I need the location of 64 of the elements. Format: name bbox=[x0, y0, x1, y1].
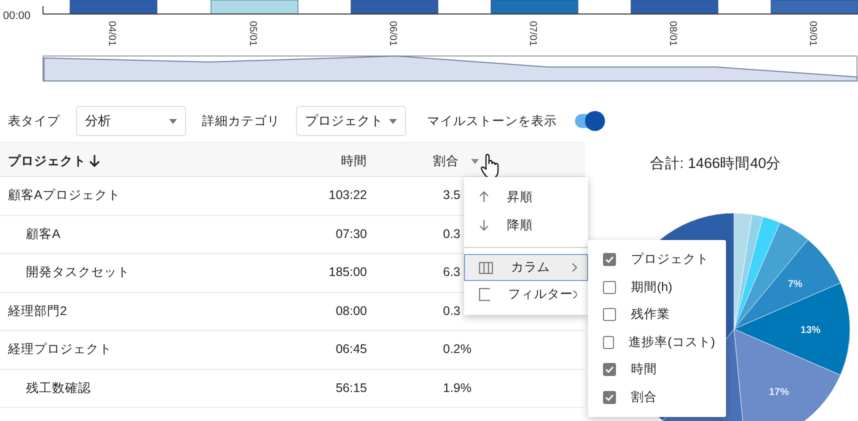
checkbox[interactable] bbox=[603, 308, 616, 322]
caret-icon bbox=[169, 118, 177, 124]
chevron-icon bbox=[572, 263, 577, 272]
table-cell-text: 顧客Aプロジェクト bbox=[7, 187, 120, 204]
table-cell-text: 経理部門2 bbox=[7, 302, 67, 320]
toggle-switch[interactable] bbox=[575, 114, 603, 128]
slice-label: 17% bbox=[769, 386, 789, 398]
checkbox[interactable] bbox=[603, 363, 616, 376]
table-cell-text: 0.3 bbox=[443, 302, 460, 320]
chart-title: 合計: 1466時間40分 bbox=[650, 154, 782, 174]
axis-label: 04/01 bbox=[106, 21, 117, 46]
checkbox[interactable] bbox=[603, 280, 616, 294]
caret-icon[interactable] bbox=[471, 158, 479, 164]
table-cell-text: 3.5 bbox=[443, 187, 460, 204]
navigator-area[interactable] bbox=[42, 56, 858, 82]
table-cell-text: 07:30 bbox=[336, 226, 367, 243]
table-cell-text: 08:00 bbox=[336, 302, 367, 320]
axis-label: 05/01 bbox=[247, 21, 258, 46]
table-cell-text: 0.3 bbox=[443, 226, 460, 243]
axis-label: 07/01 bbox=[527, 21, 538, 46]
menu-item[interactable]: 降順 bbox=[464, 211, 588, 240]
field-label: 詳細カテゴリ bbox=[202, 112, 280, 130]
table-cell-text: 06:45 bbox=[336, 341, 367, 358]
chevron-icon bbox=[572, 290, 577, 300]
table-cell-text: 顧客A bbox=[25, 226, 60, 243]
field-label: 表タイプ bbox=[8, 112, 60, 130]
slice-label: 13% bbox=[800, 324, 821, 336]
axis-label: 08/01 bbox=[667, 21, 678, 46]
sort-arrow-icon bbox=[89, 155, 100, 167]
toggle-label: マイルストーンを表示 bbox=[427, 112, 557, 130]
menu-item[interactable]: プロジェクト bbox=[588, 246, 726, 274]
menu-item[interactable]: 割合 bbox=[588, 384, 726, 411]
column-header[interactable]: 時間 bbox=[341, 154, 367, 168]
menu-item[interactable]: 昇順 bbox=[464, 183, 588, 212]
slice-label: 7% bbox=[788, 278, 802, 290]
table-cell-text: 経理プロジェクト bbox=[7, 341, 112, 358]
checkbox[interactable] bbox=[603, 390, 616, 404]
menu-item[interactable]: カラム bbox=[464, 254, 588, 282]
table-cell-text: 56:15 bbox=[336, 380, 367, 397]
menu-item[interactable]: 期間(h) bbox=[588, 274, 726, 301]
table-cell-text: 1.9% bbox=[443, 380, 472, 397]
column-header[interactable]: 割合 bbox=[433, 152, 459, 170]
axis-label: 00:00 bbox=[3, 10, 31, 22]
menu-item[interactable]: 時間 bbox=[588, 356, 726, 384]
table-cell-text: 0.2% bbox=[443, 341, 472, 358]
menu-item[interactable]: フィルター bbox=[464, 281, 588, 308]
columns-icon bbox=[479, 262, 493, 274]
down-arrow-icon bbox=[479, 219, 489, 232]
table-cell-text: 185:00 bbox=[328, 264, 367, 282]
table-cell-text: 開発タスクセット bbox=[25, 264, 130, 282]
up-arrow-icon bbox=[479, 191, 489, 204]
select-field[interactable]: プロジェクト bbox=[296, 106, 406, 136]
menu-item[interactable]: 進捗率(コスト) bbox=[588, 328, 726, 356]
axis-label: 09/01 bbox=[807, 21, 818, 46]
table-cell-text: 6.3 bbox=[443, 264, 460, 282]
checkbox[interactable] bbox=[603, 336, 614, 349]
checkbox[interactable] bbox=[603, 253, 616, 266]
axis-label: 06/01 bbox=[387, 21, 398, 46]
caret-icon bbox=[389, 118, 397, 124]
column-header[interactable]: プロジェクト bbox=[8, 152, 86, 170]
select-field[interactable]: 分析 bbox=[76, 106, 186, 136]
menu-item[interactable]: 残作業 bbox=[588, 301, 726, 328]
table-cell-text: 103:22 bbox=[328, 187, 367, 204]
table-cell-text: 残工数確認 bbox=[25, 380, 91, 397]
